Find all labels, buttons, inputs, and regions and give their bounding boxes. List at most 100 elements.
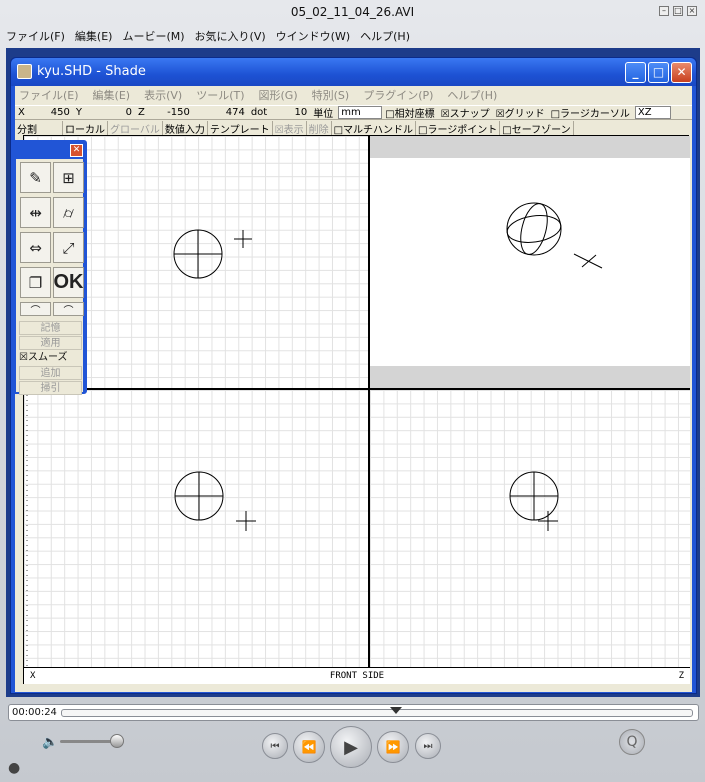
shade-menu-tool[interactable]: ツール(T) <box>196 87 244 103</box>
x-label: X <box>18 107 25 118</box>
shade-menu-special[interactable]: 特別(S) <box>312 87 350 103</box>
y-label: Y <box>75 107 82 118</box>
cursor-perspective-b <box>581 254 597 268</box>
curve-low-icon[interactable]: ⌒ <box>20 302 51 317</box>
time-display: 00:00:24 <box>12 707 57 718</box>
sphere-meridian <box>520 203 548 255</box>
view-divider-vertical[interactable] <box>368 136 370 667</box>
maximize-icon[interactable]: □ <box>673 6 683 16</box>
large-point-checkbox[interactable]: □ラージポイント <box>416 121 501 135</box>
hierarchy-tool-icon[interactable]: ⊞ <box>53 162 84 193</box>
scale-tool-icon[interactable]: ⇔ <box>20 232 51 263</box>
figure-window: X FRONT SIDE Z <box>23 135 690 684</box>
global-button[interactable]: グローバル <box>108 121 163 135</box>
curve-high-icon[interactable]: ⌒ <box>53 302 84 317</box>
add-button[interactable]: 追加 <box>19 366 82 380</box>
plane-select[interactable]: XZ <box>634 106 671 119</box>
ruler-z-label: Z <box>678 671 684 681</box>
menu-file[interactable]: ファイル(F) <box>6 28 65 44</box>
player-title: 05_02_11_04_26.AVI <box>290 5 415 19</box>
dot-value[interactable]: 474 <box>193 107 248 118</box>
close-icon[interactable]: ✕ <box>671 62 692 83</box>
sphere-equator <box>506 215 562 243</box>
playhead[interactable] <box>389 707 402 714</box>
ruler-view-label: FRONT SIDE <box>329 671 385 681</box>
numeric-input-button[interactable]: 数値入力 <box>163 121 208 135</box>
shade-menu-help[interactable]: ヘルプ(H) <box>447 87 497 103</box>
menu-favorites[interactable]: お気に入り(V) <box>195 28 266 44</box>
multi-handle-checkbox[interactable]: □マルチハンドル <box>332 121 417 135</box>
shade-menu-file[interactable]: ファイル(E) <box>19 87 79 103</box>
cylinder-tool-icon[interactable]: ⌭ <box>53 197 84 228</box>
tool-palette[interactable]: ✕ ✎ ⊞ ⇹ ⌭ ⇔ ⤢ ❐ OK ⌒ ⌒ 記憶 適用 ☒スムーズ 追加 掃引 <box>12 140 87 395</box>
ok-button[interactable]: OK <box>53 267 84 298</box>
front-view[interactable] <box>24 390 368 667</box>
template-button[interactable]: テンプレート <box>208 121 273 135</box>
safe-zone-checkbox[interactable]: □セーフゾーン <box>500 121 574 135</box>
minimize-icon[interactable]: – <box>659 6 669 16</box>
shade-title: kyu.SHD - Shade <box>37 64 146 79</box>
pencil-tool-icon[interactable]: ✎ <box>20 162 51 193</box>
view-divider-horizontal[interactable] <box>24 388 690 390</box>
dot-label: dot <box>250 107 268 118</box>
y-value[interactable]: 0 <box>85 107 135 118</box>
shade-menu-plugin[interactable]: プラグイン(P) <box>363 87 433 103</box>
shade-titlebar: kyu.SHD - Shade <box>11 58 696 86</box>
shade-menubar: ファイル(E) 編集(E) 表示(V) ツール(T) 図形(G) 特別(S) プ… <box>15 86 692 104</box>
smooth-checkbox[interactable]: ☒スムーズ <box>19 351 82 365</box>
shade-app-icon <box>17 64 32 79</box>
menu-window[interactable]: ウインドウ(W) <box>276 28 350 44</box>
go-to-start-icon[interactable]: ⏮ <box>262 733 288 759</box>
copy-tool-icon[interactable]: ❐ <box>20 267 51 298</box>
line-tool-icon[interactable]: ⤢ <box>53 232 84 263</box>
minimize-icon[interactable]: _ <box>625 62 646 83</box>
fast-forward-icon[interactable]: ⏩ <box>377 731 409 763</box>
z-value[interactable]: -150 <box>148 107 193 118</box>
apply-button[interactable]: 適用 <box>19 336 82 350</box>
maximize-icon[interactable]: □ <box>648 62 669 83</box>
front-view-drawing <box>26 390 256 667</box>
sphere-perspective <box>506 202 562 256</box>
sweep-button[interactable]: 掃引 <box>19 381 82 395</box>
shade-menu-shape[interactable]: 図形(G) <box>259 87 298 103</box>
shade-menu-edit[interactable]: 編集(E) <box>93 87 131 103</box>
perspective-drawing <box>506 202 603 269</box>
relative-checkbox[interactable]: □相対座標 <box>382 106 437 119</box>
menu-help[interactable]: ヘルプ(H) <box>360 28 410 44</box>
close-icon[interactable]: × <box>687 6 697 16</box>
x-value[interactable]: 450 <box>28 107 73 118</box>
move-tool-icon[interactable]: ⇹ <box>20 197 51 228</box>
z-label: Z <box>137 107 145 118</box>
delete-button[interactable]: 削除 <box>307 121 332 135</box>
side-view-drawing <box>509 471 559 531</box>
play-icon[interactable]: ▶ <box>330 726 372 768</box>
unit-label: 単位 <box>313 109 334 120</box>
large-cursor-checkbox[interactable]: □ラージカーソル <box>548 106 633 119</box>
display-checkbox[interactable]: ☒表示 <box>273 121 307 135</box>
menu-edit[interactable]: 編集(E) <box>75 28 113 44</box>
snap-checkbox[interactable]: ☒スナップ <box>438 106 493 119</box>
cursor-perspective-a <box>573 253 603 269</box>
player-menubar: ファイル(F) 編集(E) ムービー(M) お気に入り(V) ウインドウ(W) … <box>0 26 705 46</box>
tool-palette-body: ✎ ⊞ ⇹ ⌭ ⇔ ⤢ ❐ OK ⌒ ⌒ 記憶 適用 ☒スムーズ 追加 掃引 <box>16 159 84 395</box>
menu-movie[interactable]: ムービー(M) <box>122 28 184 44</box>
options-bar: 分割 ローカル グローバル 数値入力 テンプレート ☒表示 削除 □マルチハンド… <box>15 121 692 135</box>
side-view[interactable] <box>370 390 690 667</box>
perspective-view[interactable] <box>370 136 690 388</box>
grid-value[interactable]: 10 <box>270 107 310 118</box>
unit-select[interactable]: mm <box>338 106 383 119</box>
player-window-buttons: – □ × <box>659 6 697 16</box>
quicktime-logo-icon[interactable]: Q <box>619 729 645 755</box>
speaker-icon[interactable]: 🔈 <box>42 735 58 750</box>
quicktime-window: 05_02_11_04_26.AVI – □ × ファイル(F) 編集(E) ム… <box>0 0 705 782</box>
shade-menu-view[interactable]: 表示(V) <box>144 87 182 103</box>
go-to-end-icon[interactable]: ⏭ <box>415 733 441 759</box>
memory-button[interactable]: 記憶 <box>19 321 82 335</box>
rewind-icon[interactable]: ⏪ <box>293 731 325 763</box>
scrub-bar[interactable] <box>61 707 693 717</box>
volume-knob[interactable] <box>110 734 124 748</box>
local-checkbox[interactable]: ローカル <box>63 121 108 135</box>
split-select[interactable]: 分割 <box>15 121 63 135</box>
close-icon[interactable]: ✕ <box>70 144 83 157</box>
grid-checkbox[interactable]: ☒グリッド <box>493 106 548 119</box>
